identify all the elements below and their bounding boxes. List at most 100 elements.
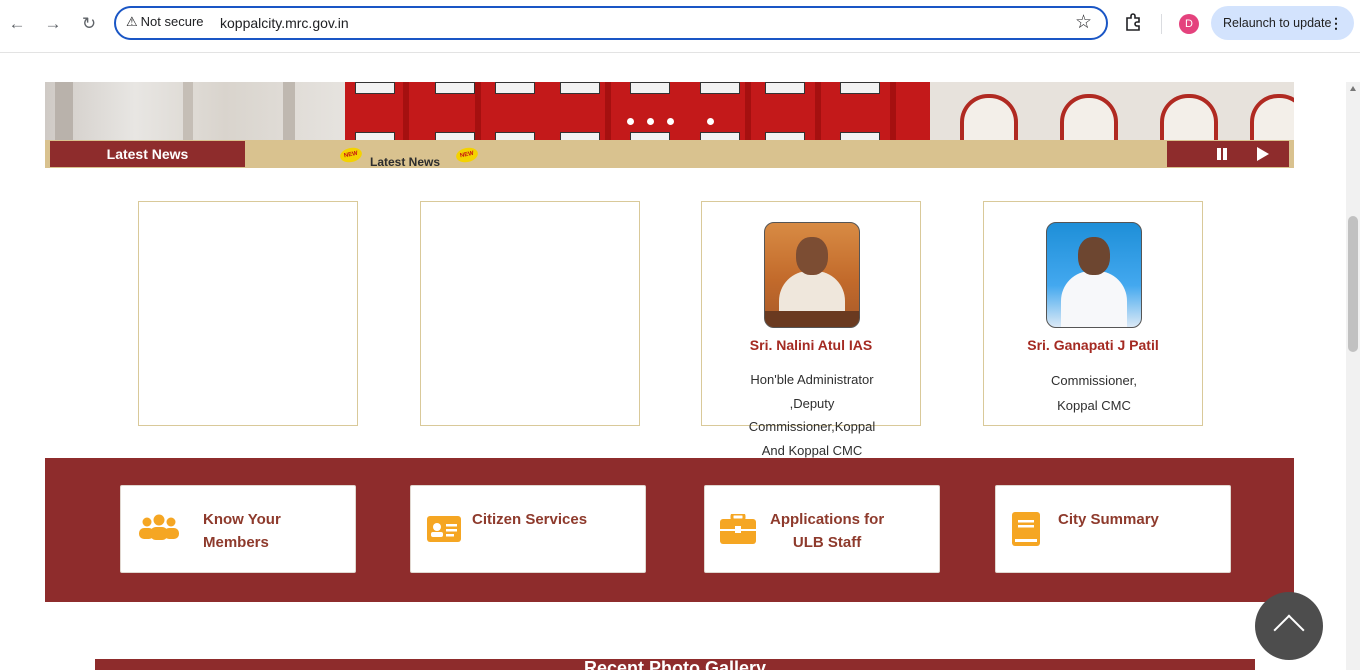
page-scrollbar[interactable] bbox=[1346, 82, 1360, 670]
back-to-top-button[interactable] bbox=[1255, 592, 1323, 660]
slide-indicator-dot[interactable] bbox=[647, 118, 654, 125]
official-role-line: ,Deputy bbox=[789, 395, 835, 411]
ticker-controls bbox=[1167, 141, 1289, 167]
applications-ulb-staff-link[interactable]: Applications for ULB Staff bbox=[704, 485, 940, 573]
building-window bbox=[700, 132, 740, 140]
official-card-empty bbox=[138, 201, 358, 426]
official-role-line: Hon'ble Administrator bbox=[750, 372, 874, 387]
building-arch bbox=[960, 94, 1018, 140]
members-icon bbox=[139, 514, 179, 540]
scroll-up-arrow-icon[interactable] bbox=[1350, 86, 1356, 91]
photo-gallery-header: Recent Photo Gallery bbox=[95, 659, 1255, 670]
quick-link-label: Know Your Members bbox=[203, 508, 281, 554]
briefcase-icon bbox=[720, 514, 756, 544]
chevron-up-icon bbox=[1273, 614, 1305, 646]
reload-icon[interactable]: ↻ bbox=[78, 13, 100, 35]
banner-building bbox=[345, 82, 930, 140]
warning-icon: ⚠ bbox=[126, 14, 138, 29]
official-role: Hon'ble Administrator ,Deputy Commission… bbox=[722, 368, 902, 462]
security-indicator[interactable]: ⚠ Not secure bbox=[126, 14, 204, 30]
official-role-line: Koppal CMC bbox=[1057, 398, 1131, 413]
news-ticker-text[interactable]: Latest News bbox=[370, 155, 440, 169]
photo-figure bbox=[1061, 271, 1127, 327]
quick-link-label-line: Know Your bbox=[203, 511, 281, 528]
bookmark-star-icon[interactable]: ☆ bbox=[1075, 11, 1092, 34]
building-window bbox=[495, 82, 535, 94]
building-window bbox=[840, 82, 880, 94]
quick-links-section: Know Your Members Citizen Services Appli… bbox=[45, 458, 1294, 602]
back-arrow-icon[interactable]: ← bbox=[6, 13, 28, 35]
official-photo bbox=[764, 222, 860, 328]
slide-indicator-dot[interactable] bbox=[627, 118, 634, 125]
building-window bbox=[355, 132, 395, 140]
building-column bbox=[403, 82, 409, 140]
security-label: Not secure bbox=[140, 14, 204, 29]
building-arch bbox=[1060, 94, 1118, 140]
building-arch bbox=[1160, 94, 1218, 140]
relaunch-button[interactable]: Relaunch to update ⋮ bbox=[1211, 6, 1354, 40]
building-window bbox=[700, 82, 740, 94]
building-column bbox=[890, 82, 896, 140]
latest-news-label: Latest News bbox=[50, 141, 245, 167]
official-role: Commissioner, Koppal CMC bbox=[1004, 368, 1184, 418]
citizen-services-link[interactable]: Citizen Services bbox=[410, 485, 646, 573]
quick-link-label-line: Citizen Services bbox=[472, 511, 588, 528]
building-arch bbox=[1250, 94, 1294, 140]
browser-toolbar: ← → ↻ ⚠ Not secure koppalcity.mrc.gov.in … bbox=[0, 0, 1360, 53]
building-window bbox=[765, 82, 805, 94]
quick-link-label-line: Applications for bbox=[770, 511, 885, 528]
official-name: Sri. Nalini Atul IAS bbox=[749, 337, 873, 353]
building-column bbox=[605, 82, 611, 140]
photo-figure-head bbox=[1078, 237, 1110, 275]
gallery-title: Recent Photo Gallery bbox=[583, 659, 767, 670]
id-card-icon bbox=[427, 516, 461, 542]
banner-photo-left bbox=[45, 82, 345, 140]
building-window bbox=[355, 82, 395, 94]
building-window bbox=[435, 132, 475, 140]
play-icon[interactable] bbox=[1257, 147, 1269, 161]
building-window bbox=[840, 132, 880, 140]
official-card: Sri. Nalini Atul IAS Hon'ble Administrat… bbox=[701, 201, 921, 458]
banner-pillar bbox=[283, 82, 295, 140]
new-badge-icon: NEW bbox=[454, 145, 480, 165]
building-window bbox=[560, 82, 600, 94]
new-badge-icon: NEW bbox=[338, 145, 364, 165]
quick-link-label-line: Members bbox=[203, 534, 269, 551]
banner-arches bbox=[930, 82, 1294, 140]
quick-link-label-line: ULB Staff bbox=[792, 534, 862, 551]
toolbar-divider bbox=[1161, 14, 1162, 34]
photo-figure-head bbox=[796, 237, 828, 275]
scrollbar-thumb[interactable] bbox=[1348, 216, 1358, 352]
extensions-icon[interactable] bbox=[1124, 12, 1144, 32]
banner-pillar bbox=[183, 82, 193, 140]
banner-slideshow bbox=[45, 82, 1294, 140]
building-window bbox=[560, 132, 600, 140]
city-summary-link[interactable]: City Summary bbox=[995, 485, 1231, 573]
building-window bbox=[435, 82, 475, 94]
building-window bbox=[630, 82, 670, 94]
quick-link-label: Citizen Services bbox=[472, 508, 587, 531]
official-card: Sri. Ganapati J Patil Commissioner, Kopp… bbox=[983, 201, 1203, 426]
official-role-line: Commissioner, bbox=[1051, 373, 1137, 388]
profile-avatar[interactable]: D bbox=[1179, 14, 1199, 34]
quick-link-label-line: City Summary bbox=[1058, 511, 1159, 528]
slide-indicator-dot[interactable] bbox=[667, 118, 674, 125]
banner-pillar bbox=[55, 82, 73, 140]
official-photo bbox=[1046, 222, 1142, 328]
building-window bbox=[630, 132, 670, 140]
more-vert-icon[interactable]: ⋮ bbox=[1329, 6, 1343, 40]
url-text[interactable]: koppalcity.mrc.gov.in bbox=[220, 15, 349, 31]
official-name: Sri. Ganapati J Patil bbox=[1027, 337, 1159, 353]
book-icon bbox=[1012, 512, 1040, 546]
forward-arrow-icon[interactable]: → bbox=[42, 13, 64, 35]
official-card-empty bbox=[420, 201, 640, 426]
know-your-members-link[interactable]: Know Your Members bbox=[120, 485, 356, 573]
building-window bbox=[495, 132, 535, 140]
building-column bbox=[475, 82, 481, 140]
slide-indicator-dot[interactable] bbox=[707, 118, 714, 125]
quick-link-label: City Summary bbox=[1058, 508, 1159, 531]
quick-link-label: Applications for ULB Staff bbox=[770, 508, 884, 554]
photo-desk bbox=[765, 311, 859, 327]
pause-icon[interactable] bbox=[1217, 148, 1227, 160]
address-bar[interactable]: ⚠ Not secure koppalcity.mrc.gov.in ☆ bbox=[114, 6, 1108, 40]
